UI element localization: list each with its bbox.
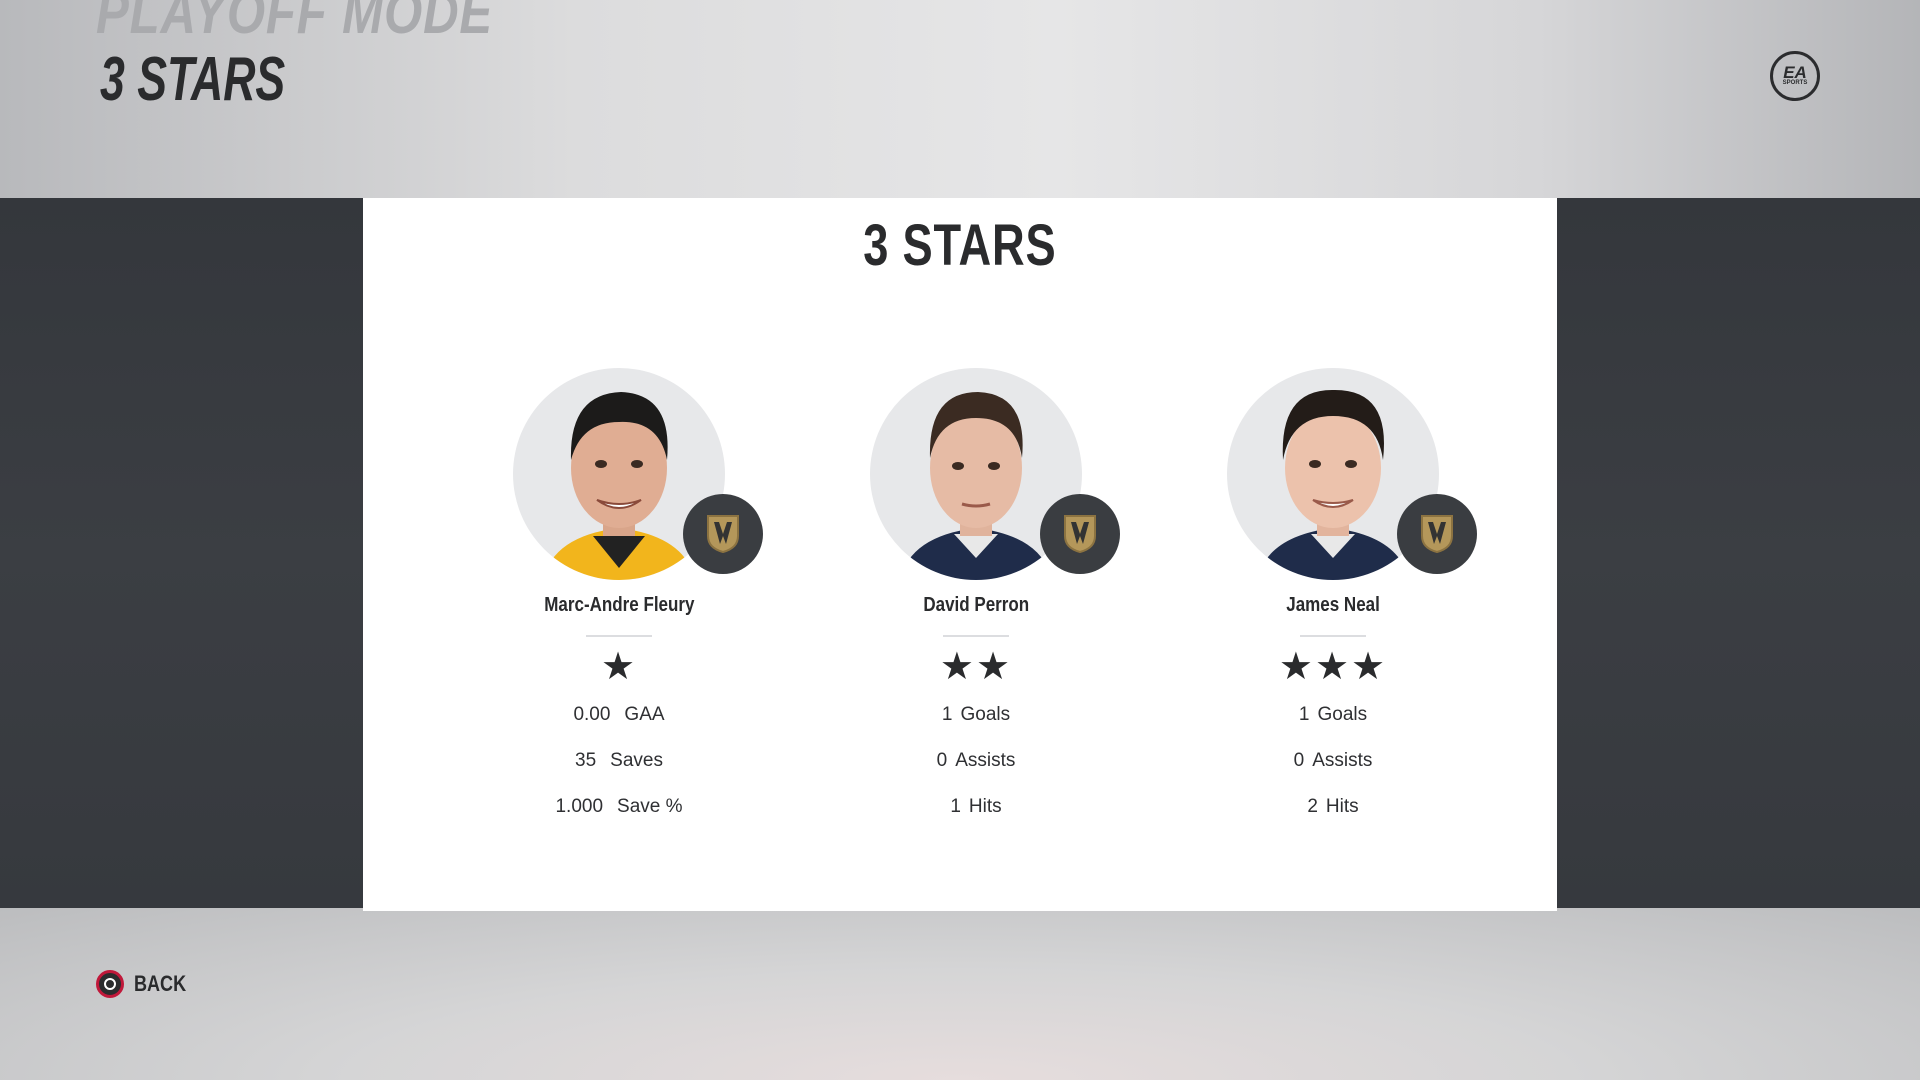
player-card-second-star[interactable]: David Perron ★★ 1 Goals 0 Assists 1 Hits	[826, 368, 1126, 828]
player-name: David Perron	[923, 594, 1029, 616]
stat-row: 0 Assists	[1183, 750, 1483, 772]
stat-value: 1	[950, 796, 961, 817]
stat-row: 35 Saves	[469, 750, 769, 772]
back-label: BACK	[134, 971, 187, 996]
stat-row: 1 Hits	[826, 796, 1126, 818]
player-card-third-star[interactable]: James Neal ★★★ 1 Goals 0 Assists 2 Hits	[1183, 368, 1483, 828]
golden-knights-team-icon	[683, 494, 763, 574]
divider	[943, 635, 1009, 637]
player-name: James Neal	[1286, 594, 1380, 616]
stat-value: 1	[1298, 704, 1310, 725]
stat-label: Assists	[1312, 750, 1373, 771]
three-stars-panel: 3 STARS Marc-Andre Fleury ★ 0.00 GAA 35 …	[363, 198, 1557, 911]
back-button[interactable]: BACK	[96, 970, 198, 998]
stat-row: 2 Hits	[1183, 796, 1483, 818]
circle-button-icon	[96, 970, 124, 998]
stat-label: Goals	[960, 704, 1011, 725]
player-card-first-star[interactable]: Marc-Andre Fleury ★ 0.00 GAA 35 Saves 1.00…	[469, 368, 769, 828]
stat-row: 1 Goals	[1183, 704, 1483, 726]
footer-background	[0, 908, 1920, 1080]
stat-label: Goals	[1317, 704, 1368, 725]
stat-label: Hits	[968, 796, 1002, 817]
stat-label: GAA	[624, 704, 665, 725]
stat-label: Assists	[955, 750, 1016, 771]
stat-row: 0 Assists	[826, 750, 1126, 772]
stat-row: 1 Goals	[826, 704, 1126, 726]
stat-value: 1	[941, 704, 953, 725]
player-name: Marc-Andre Fleury	[543, 594, 695, 616]
stat-row: 0.00 GAA	[469, 704, 769, 726]
stat-row: 1.000 Save %	[469, 796, 769, 818]
star-rating-icon: ★★	[939, 646, 1013, 688]
ea-logo-text: EA	[1783, 63, 1807, 82]
divider	[1300, 635, 1366, 637]
stat-value: 0	[1293, 750, 1305, 771]
stat-value: 1.000	[555, 796, 604, 817]
stat-value: 0.00	[573, 704, 611, 725]
ea-logo-subtext: SPORTS	[1782, 80, 1808, 86]
stat-label: Saves	[610, 750, 663, 771]
ea-sports-logo: EA SPORTS	[1770, 51, 1820, 101]
stat-value: 0	[936, 750, 948, 771]
star-rating-icon: ★★★	[1278, 646, 1388, 688]
golden-knights-team-icon	[1040, 494, 1120, 574]
stat-label: Save %	[617, 796, 683, 817]
stat-value: 2	[1307, 796, 1318, 817]
star-rating-icon: ★	[600, 646, 638, 688]
stat-value: 35	[575, 750, 597, 771]
mode-title: PLAYOFF MODE	[96, 0, 494, 46]
panel-title: 3 STARS	[863, 213, 1057, 278]
divider	[586, 635, 652, 637]
stat-label: Hits	[1325, 796, 1359, 817]
golden-knights-team-icon	[1397, 494, 1477, 574]
screen-title: 3 STARS	[100, 45, 286, 114]
